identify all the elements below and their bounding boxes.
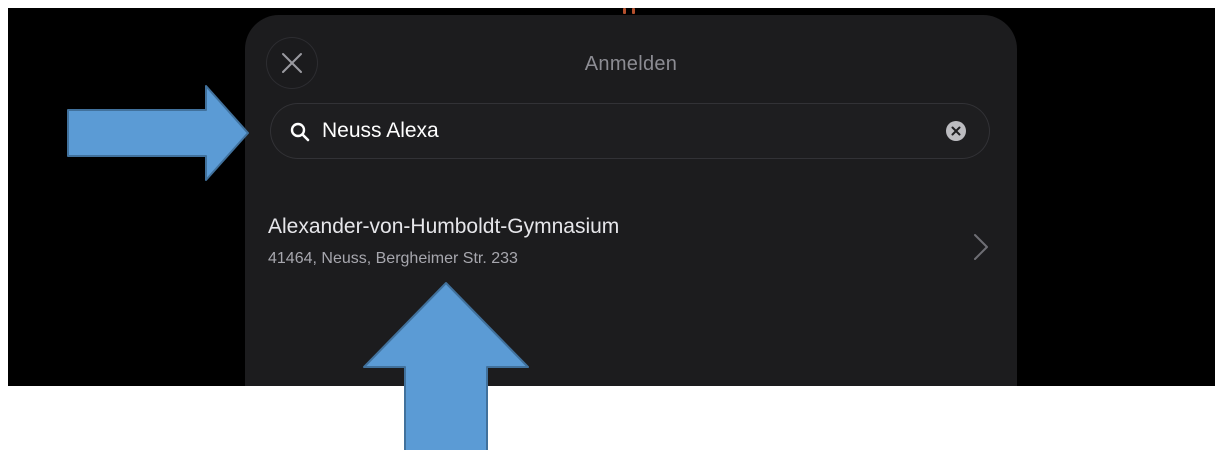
annotation-arrow-up (363, 282, 529, 450)
search-icon (290, 122, 310, 142)
clear-icon (951, 126, 961, 136)
page: Anmelden Alexander-von-Humboldt-Gymnasiu… (0, 0, 1215, 450)
clear-search-button[interactable] (946, 121, 966, 141)
annotation-arrow-right (67, 85, 249, 181)
search-input[interactable] (322, 103, 922, 159)
app-screen: Anmelden Alexander-von-Humboldt-Gymnasiu… (8, 8, 1215, 386)
status-indicator (620, 8, 638, 14)
school-name: Alexander-von-Humboldt-Gymnasium (268, 215, 620, 238)
sheet-title: Anmelden (584, 53, 678, 75)
school-address: 41464, Neuss, Bergheimer Str. 233 (268, 250, 518, 267)
school-result-item[interactable]: Alexander-von-Humboldt-Gymnasium 41464, … (245, 205, 1017, 285)
search-bar[interactable] (270, 103, 990, 159)
chevron-right-icon (974, 234, 988, 260)
